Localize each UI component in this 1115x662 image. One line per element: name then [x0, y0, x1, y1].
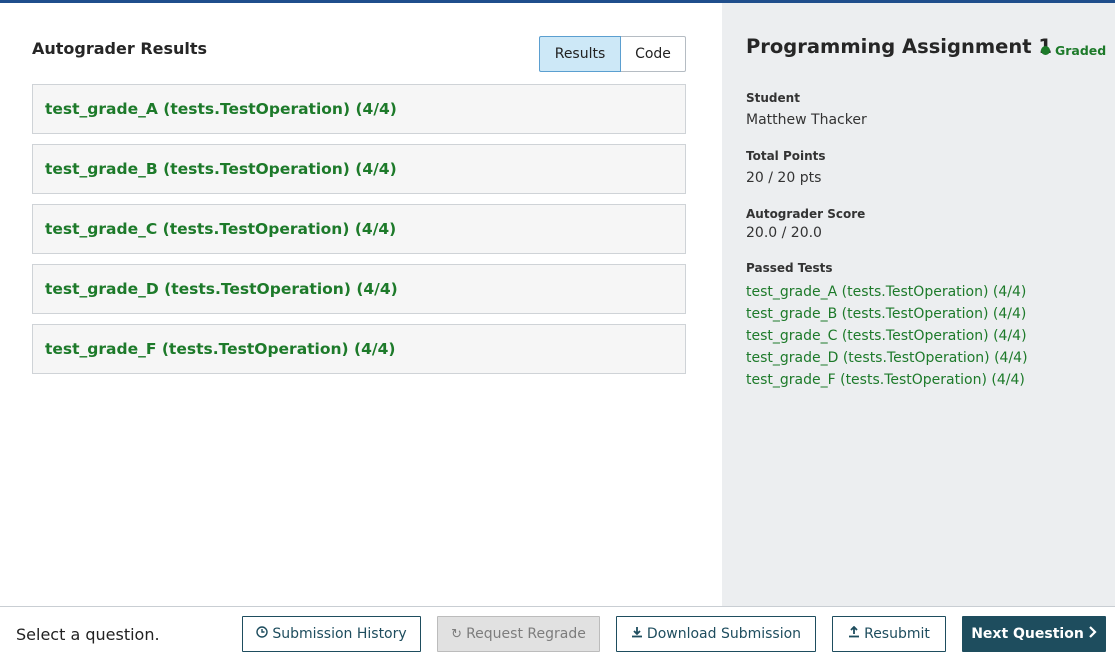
test-result-label: test_grade_C (tests.TestOperation) (4/4)	[45, 220, 397, 238]
status-label: Graded	[1055, 43, 1107, 58]
passed-tests-list: test_grade_A (tests.TestOperation) (4/4)…	[746, 281, 1028, 391]
passed-test-link[interactable]: test_grade_A (tests.TestOperation) (4/4)	[746, 281, 1028, 303]
assignment-title: Programming Assignment 1	[746, 35, 1052, 58]
chevron-right-icon	[1088, 626, 1097, 642]
request-regrade-label: Request Regrade	[466, 626, 586, 642]
status-dot-icon	[1041, 46, 1050, 55]
total-points-label: Total Points	[746, 149, 826, 163]
student-label: Student	[746, 91, 800, 105]
status-badge: Graded	[1041, 43, 1106, 58]
submission-history-label: Submission History	[272, 626, 407, 642]
request-regrade-button[interactable]: ↻ Request Regrade	[437, 616, 600, 652]
passed-tests-label: Passed Tests	[746, 261, 833, 275]
passed-test-link[interactable]: test_grade_C (tests.TestOperation) (4/4)	[746, 325, 1028, 347]
test-results-list: test_grade_A (tests.TestOperation) (4/4)…	[32, 84, 686, 384]
page-title: Autograder Results	[32, 39, 208, 58]
action-bar: Select a question. Submission History ↻ …	[0, 606, 1115, 662]
passed-test-link[interactable]: test_grade_F (tests.TestOperation) (4/4)	[746, 369, 1028, 391]
next-question-label: Next Question	[971, 626, 1084, 642]
autograder-score-value: 20.0 / 20.0	[746, 225, 822, 241]
tab-code[interactable]: Code	[621, 36, 686, 72]
download-icon	[631, 626, 643, 642]
next-question-button[interactable]: Next Question	[962, 616, 1106, 652]
test-result-label: test_grade_B (tests.TestOperation) (4/4)	[45, 160, 397, 178]
passed-test-link[interactable]: test_grade_B (tests.TestOperation) (4/4)	[746, 303, 1028, 325]
submission-history-button[interactable]: Submission History	[242, 616, 421, 652]
download-submission-label: Download Submission	[646, 626, 802, 642]
resubmit-label: Resubmit	[864, 626, 930, 642]
view-toggle: Results Code	[539, 36, 686, 72]
student-name: Matthew Thacker	[746, 112, 867, 128]
test-result-row[interactable]: test_grade_C (tests.TestOperation) (4/4)	[32, 204, 686, 254]
download-submission-button[interactable]: Download Submission	[616, 616, 816, 652]
resubmit-button[interactable]: Resubmit	[832, 616, 946, 652]
total-points-value: 20 / 20 pts	[746, 170, 822, 186]
autograder-score-label: Autograder Score	[746, 207, 866, 221]
passed-test-link[interactable]: test_grade_D (tests.TestOperation) (4/4)	[746, 347, 1028, 369]
clock-icon	[256, 626, 269, 642]
test-result-label: test_grade_F (tests.TestOperation) (4/4)	[45, 340, 396, 358]
refresh-icon: ↻	[451, 626, 463, 642]
test-result-label: test_grade_A (tests.TestOperation) (4/4)	[45, 100, 397, 118]
test-result-row[interactable]: test_grade_D (tests.TestOperation) (4/4)	[32, 264, 686, 314]
test-result-row[interactable]: test_grade_A (tests.TestOperation) (4/4)	[32, 84, 686, 134]
tab-results[interactable]: Results	[539, 36, 621, 72]
test-result-label: test_grade_D (tests.TestOperation) (4/4)	[45, 280, 398, 298]
test-result-row[interactable]: test_grade_B (tests.TestOperation) (4/4)	[32, 144, 686, 194]
upload-icon	[848, 625, 860, 642]
select-question-prompt: Select a question.	[16, 625, 160, 644]
test-result-row[interactable]: test_grade_F (tests.TestOperation) (4/4)	[32, 324, 686, 374]
